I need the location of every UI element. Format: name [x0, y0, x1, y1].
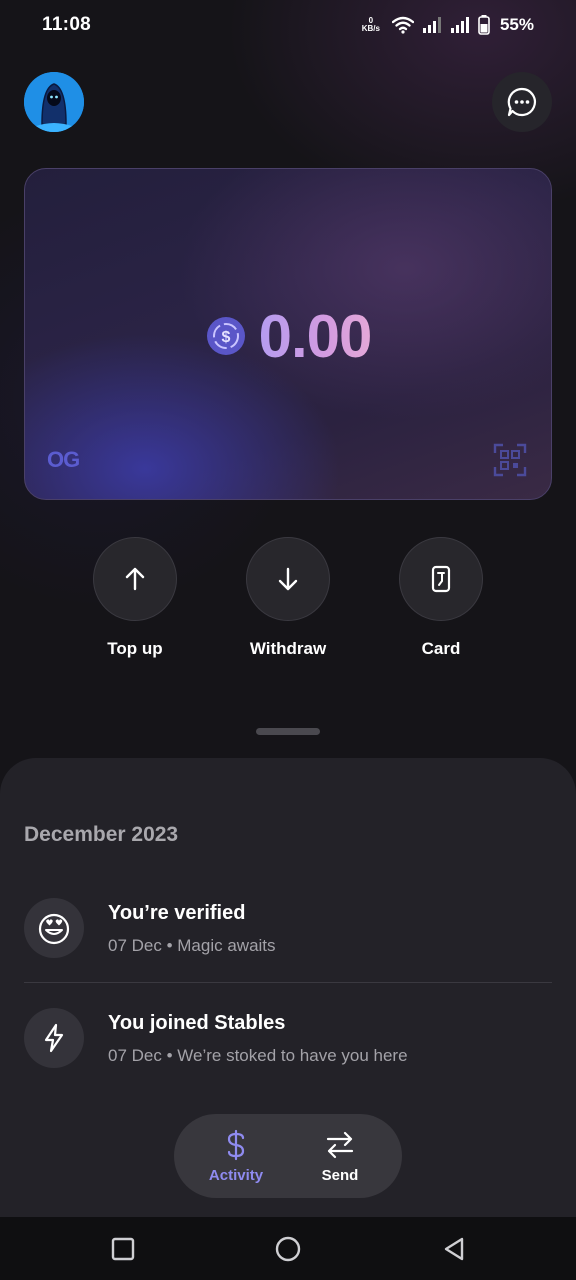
network-speed-unit: KB/s — [361, 24, 380, 33]
card-button[interactable] — [399, 537, 483, 621]
transfer-arrows-icon — [326, 1131, 354, 1158]
status-time: 11:08 — [42, 14, 92, 35]
top-up-button[interactable] — [93, 537, 177, 621]
nav-activity-label: Activity — [208, 1166, 264, 1184]
avatar[interactable] — [24, 72, 84, 132]
usdc-coin-icon: $ — [206, 317, 245, 355]
svg-text:$: $ — [221, 329, 230, 346]
divider — [24, 982, 552, 983]
home-icon[interactable] — [274, 1235, 302, 1263]
arrow-down-icon — [278, 567, 298, 591]
lightning-icon — [24, 1008, 84, 1068]
signal-icon-1 — [422, 17, 441, 33]
balance-row: $ 0.00 — [25, 299, 551, 373]
card-icon — [431, 565, 451, 593]
action-buttons: Top up Withdraw Card — [0, 537, 576, 667]
ghost-avatar-icon — [24, 72, 84, 132]
top-up-action[interactable]: Top up — [80, 537, 190, 659]
activity-subtitle: 07 Dec • We’re stoked to have you here — [108, 1046, 408, 1065]
chat-bubble-icon — [507, 87, 536, 117]
heart-eyes-icon — [24, 898, 84, 958]
qr-scan-icon[interactable] — [493, 443, 527, 477]
activity-subtitle: 07 Dec • Magic awaits — [108, 936, 276, 955]
system-navigation-bar — [0, 1217, 576, 1280]
status-bar: 11:08 0 KB/s 55% — [0, 0, 576, 50]
card-label: Card — [421, 639, 461, 658]
signal-icon-2 — [450, 17, 469, 33]
wifi-icon — [391, 16, 414, 34]
bottom-nav: Activity Send — [174, 1114, 402, 1198]
arrow-up-icon — [125, 567, 145, 591]
activity-title: You’re verified — [108, 902, 246, 924]
nav-send-label: Send — [321, 1166, 359, 1184]
top-up-label: Top up — [107, 639, 163, 658]
withdraw-button[interactable] — [246, 537, 330, 621]
withdraw-action[interactable]: Withdraw — [233, 537, 343, 659]
activity-item-verified[interactable]: You’re verified 07 Dec • Magic awaits — [24, 898, 552, 988]
battery-icon — [478, 15, 490, 35]
recent-apps-icon[interactable] — [109, 1235, 137, 1263]
month-heading: December 2023 — [24, 823, 179, 846]
withdraw-label: Withdraw — [249, 639, 327, 658]
dollar-icon — [227, 1129, 245, 1160]
chat-button[interactable] — [492, 72, 552, 132]
nav-send[interactable]: Send — [295, 1129, 385, 1184]
battery-percent: 55% — [499, 15, 534, 34]
balance-amount: 0.00 — [258, 302, 373, 370]
card-action[interactable]: Card — [386, 537, 496, 659]
network-speed: 0 KB/s — [362, 17, 380, 33]
sheet-drag-handle[interactable] — [256, 728, 320, 735]
back-icon[interactable] — [440, 1235, 468, 1263]
nav-activity[interactable]: Activity — [191, 1129, 281, 1184]
og-brand-logo: OG — [47, 447, 80, 472]
balance-card[interactable]: $ 0.00 OG — [24, 168, 552, 500]
activity-item-joined[interactable]: You joined Stables 07 Dec • We’re stoked… — [24, 1008, 552, 1098]
status-icons: 0 KB/s 55% — [362, 15, 534, 35]
activity-title: You joined Stables — [108, 1012, 286, 1034]
